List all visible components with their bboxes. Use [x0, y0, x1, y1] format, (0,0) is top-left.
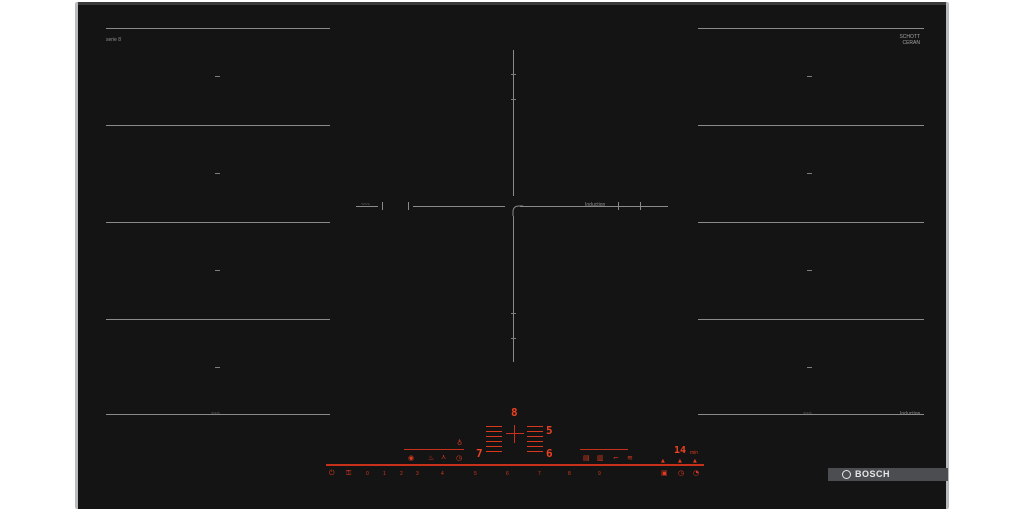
- left-zone-center-mark: [215, 76, 220, 77]
- left-zone-line-3: [106, 222, 330, 223]
- center-left-notch: [408, 202, 409, 210]
- center-right-notch: [640, 202, 641, 210]
- stopwatch-icon[interactable]: ◔: [693, 469, 699, 477]
- cross-horizontal: [506, 433, 524, 434]
- left-zone-center-mark: [215, 173, 220, 174]
- scale-9[interactable]: 9: [598, 471, 601, 477]
- model-code: serie 8: [106, 37, 122, 43]
- pot-icon[interactable]: ⌐: [613, 454, 619, 462]
- center-mark: [511, 99, 516, 100]
- right-zone-label-right: Induction: [900, 411, 921, 417]
- center-right-label: Induction: [585, 202, 606, 208]
- right-zone-center-mark: [807, 270, 812, 271]
- left-function-underline: [404, 449, 464, 450]
- left-zone-label: ~~~: [211, 411, 220, 417]
- power-slider[interactable]: [326, 464, 704, 466]
- power-level-middle: 5: [546, 424, 553, 437]
- right-zone-center-mark: [807, 76, 812, 77]
- scale-8[interactable]: 8: [568, 471, 571, 477]
- right-function-underline: [580, 449, 628, 450]
- pan-icon[interactable]: ♨: [428, 454, 434, 462]
- timer-left-icon[interactable]: ◷: [456, 454, 462, 462]
- left-zone-line-4: [106, 319, 330, 320]
- scale-1[interactable]: 1: [383, 471, 386, 477]
- left-level-bars[interactable]: [486, 426, 502, 456]
- center-left-label: ~~~: [361, 202, 370, 208]
- wifi-icon[interactable]: ≋: [627, 454, 633, 462]
- power-icon[interactable]: ⏻: [329, 469, 335, 477]
- center-right-notch: [618, 202, 619, 210]
- center-horizontal-line-left: [413, 206, 505, 207]
- scale-6[interactable]: 6: [506, 471, 509, 477]
- clock-icon[interactable]: ◷: [678, 469, 684, 477]
- cross-vertical: [514, 425, 515, 443]
- center-vertical-line-bottom: [513, 216, 514, 362]
- right-zone-center-mark: [807, 173, 812, 174]
- power-level-top: 8: [511, 406, 518, 419]
- keep-warm-icon[interactable]: ▥: [597, 454, 604, 462]
- right-zone-line-1: [698, 28, 924, 29]
- glass-maker-logo: SCHOTT CERAN: [899, 34, 920, 46]
- scale-4[interactable]: 4: [441, 471, 444, 477]
- right-zone-line-4: [698, 319, 924, 320]
- power-level-right: 6: [546, 447, 553, 460]
- right-level-bars[interactable]: [527, 426, 543, 456]
- center-mark: [511, 338, 516, 339]
- center-mark: [511, 313, 516, 314]
- left-zone-line-2: [106, 125, 330, 126]
- scale-2[interactable]: 2: [400, 471, 403, 477]
- center-left-notch: [382, 202, 383, 210]
- scale-3[interactable]: 3: [416, 471, 419, 477]
- left-zone-center-mark: [215, 270, 220, 271]
- left-zone-line-1: [106, 28, 330, 29]
- center-vertical-line-top: [513, 50, 514, 196]
- fan-icon[interactable]: ⋏: [441, 453, 446, 461]
- timer-display: 14: [674, 445, 687, 456]
- power-level-left: 7: [476, 447, 483, 460]
- lock-icon[interactable]: ⚿: [346, 469, 351, 477]
- scale-7[interactable]: 7: [538, 471, 541, 477]
- scale-5[interactable]: 5: [474, 471, 477, 477]
- bosch-logo-icon: [842, 470, 851, 480]
- center-corner-curve: [512, 205, 523, 216]
- flame-icon[interactable]: ♁: [457, 439, 462, 447]
- frying-sensor-icon[interactable]: ▤: [583, 454, 590, 462]
- scale-0[interactable]: 0: [366, 471, 369, 477]
- center-mark: [511, 74, 516, 75]
- top-frame: [78, 2, 946, 5]
- cooktop-glass: serie 8 SCHOTT CERAN ~~~ ~~~ Induction ~…: [75, 2, 949, 509]
- right-zone-center-mark: [807, 367, 812, 368]
- brand-name: BOSCH: [855, 469, 891, 479]
- timer-unit: min: [690, 450, 699, 456]
- sensor-icon[interactable]: ◉: [408, 454, 414, 462]
- right-zone-line-3: [698, 222, 924, 223]
- right-zone-line-2: [698, 125, 924, 126]
- right-zone-label-left: ~~~: [803, 411, 812, 417]
- left-zone-center-mark: [215, 367, 220, 368]
- timer-select-icon[interactable]: ▣: [661, 469, 668, 477]
- brand-badge: BOSCH: [828, 468, 948, 481]
